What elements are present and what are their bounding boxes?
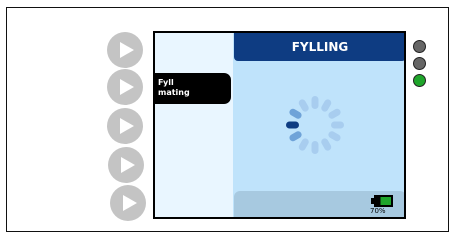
spinner-spoke <box>289 108 302 119</box>
screen-title: FYLLING <box>234 33 404 61</box>
indicator-led-3 <box>413 74 426 87</box>
soft-key-4[interactable] <box>108 147 144 183</box>
play-icon <box>123 195 137 211</box>
play-icon <box>120 79 134 95</box>
indicator-led-2 <box>413 57 426 70</box>
menu-pane: Fyll mating <box>155 33 233 217</box>
spinner-spoke <box>321 138 332 151</box>
battery-icon <box>371 195 393 207</box>
menu-item-line-1: Fyll <box>158 78 174 87</box>
menu-item-fyll-mating[interactable]: Fyll mating <box>155 73 231 104</box>
soft-key-2[interactable] <box>107 69 143 105</box>
play-icon <box>120 42 134 58</box>
battery-percent: 70% <box>370 207 386 215</box>
play-icon <box>120 118 134 134</box>
menu-item-line-2: mating <box>158 88 190 97</box>
display-screen: Fyll mating FYLLING 70% <box>153 31 406 219</box>
soft-key-3[interactable] <box>107 108 143 144</box>
spinner-spoke <box>311 141 319 154</box>
spinner-spoke <box>286 121 299 129</box>
spinner-spoke <box>328 131 341 142</box>
spinner-spoke <box>298 138 309 151</box>
soft-key-5[interactable] <box>110 185 146 221</box>
loading-spinner-icon <box>286 96 344 154</box>
indicator-led-1 <box>413 40 426 53</box>
spinner-spoke <box>289 131 302 142</box>
spinner-spoke <box>311 96 319 109</box>
soft-key-1[interactable] <box>107 32 143 68</box>
status-bar: 70% <box>234 191 404 217</box>
spinner-spoke <box>321 99 332 112</box>
spinner-spoke <box>331 121 344 129</box>
spinner-spoke <box>328 108 341 119</box>
play-icon <box>121 157 135 173</box>
spinner-spoke <box>298 99 309 112</box>
